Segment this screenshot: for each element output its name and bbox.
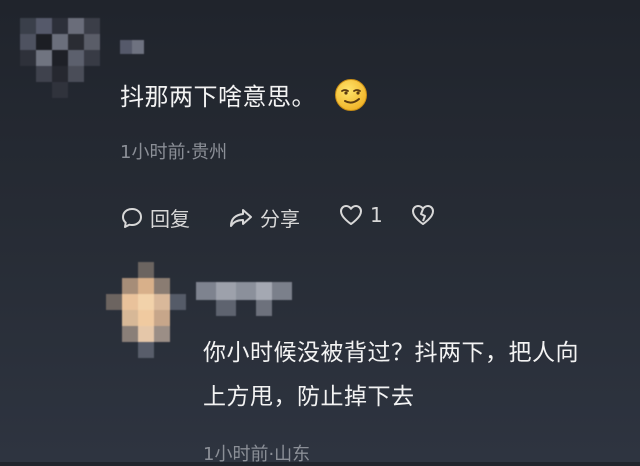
- username[interactable]: [120, 40, 160, 58]
- comment-meta: 1小时前·山东: [203, 444, 311, 465]
- smirk-face-icon: [334, 78, 368, 116]
- comment-bubble-icon: [120, 206, 144, 230]
- reply-button[interactable]: 回复: [120, 203, 190, 232]
- avatar[interactable]: [106, 262, 188, 358]
- comment-meta: 1小时前·贵州: [120, 142, 228, 163]
- broken-heart-icon: [410, 203, 436, 227]
- comment-text-line: 你小时候没被背过？抖两下，把人向: [203, 340, 579, 366]
- avatar[interactable]: [20, 18, 106, 104]
- share-label: 分享: [260, 207, 300, 231]
- share-arrow-icon: [228, 206, 254, 230]
- comment-text: 抖那两下啥意思。: [120, 83, 316, 111]
- reply-label: 回复: [150, 207, 190, 231]
- heart-icon: [338, 203, 364, 227]
- like-count: 1: [370, 203, 383, 227]
- comment-text: 你小时候没被背过？抖两下，把人向 上方甩，防止掉下去: [203, 338, 579, 412]
- dislike-button[interactable]: [410, 203, 436, 227]
- share-button[interactable]: 分享: [228, 203, 300, 232]
- username[interactable]: [196, 282, 296, 318]
- like-button[interactable]: 1: [338, 203, 383, 227]
- comment-text-line: 上方甩，防止掉下去: [203, 384, 415, 410]
